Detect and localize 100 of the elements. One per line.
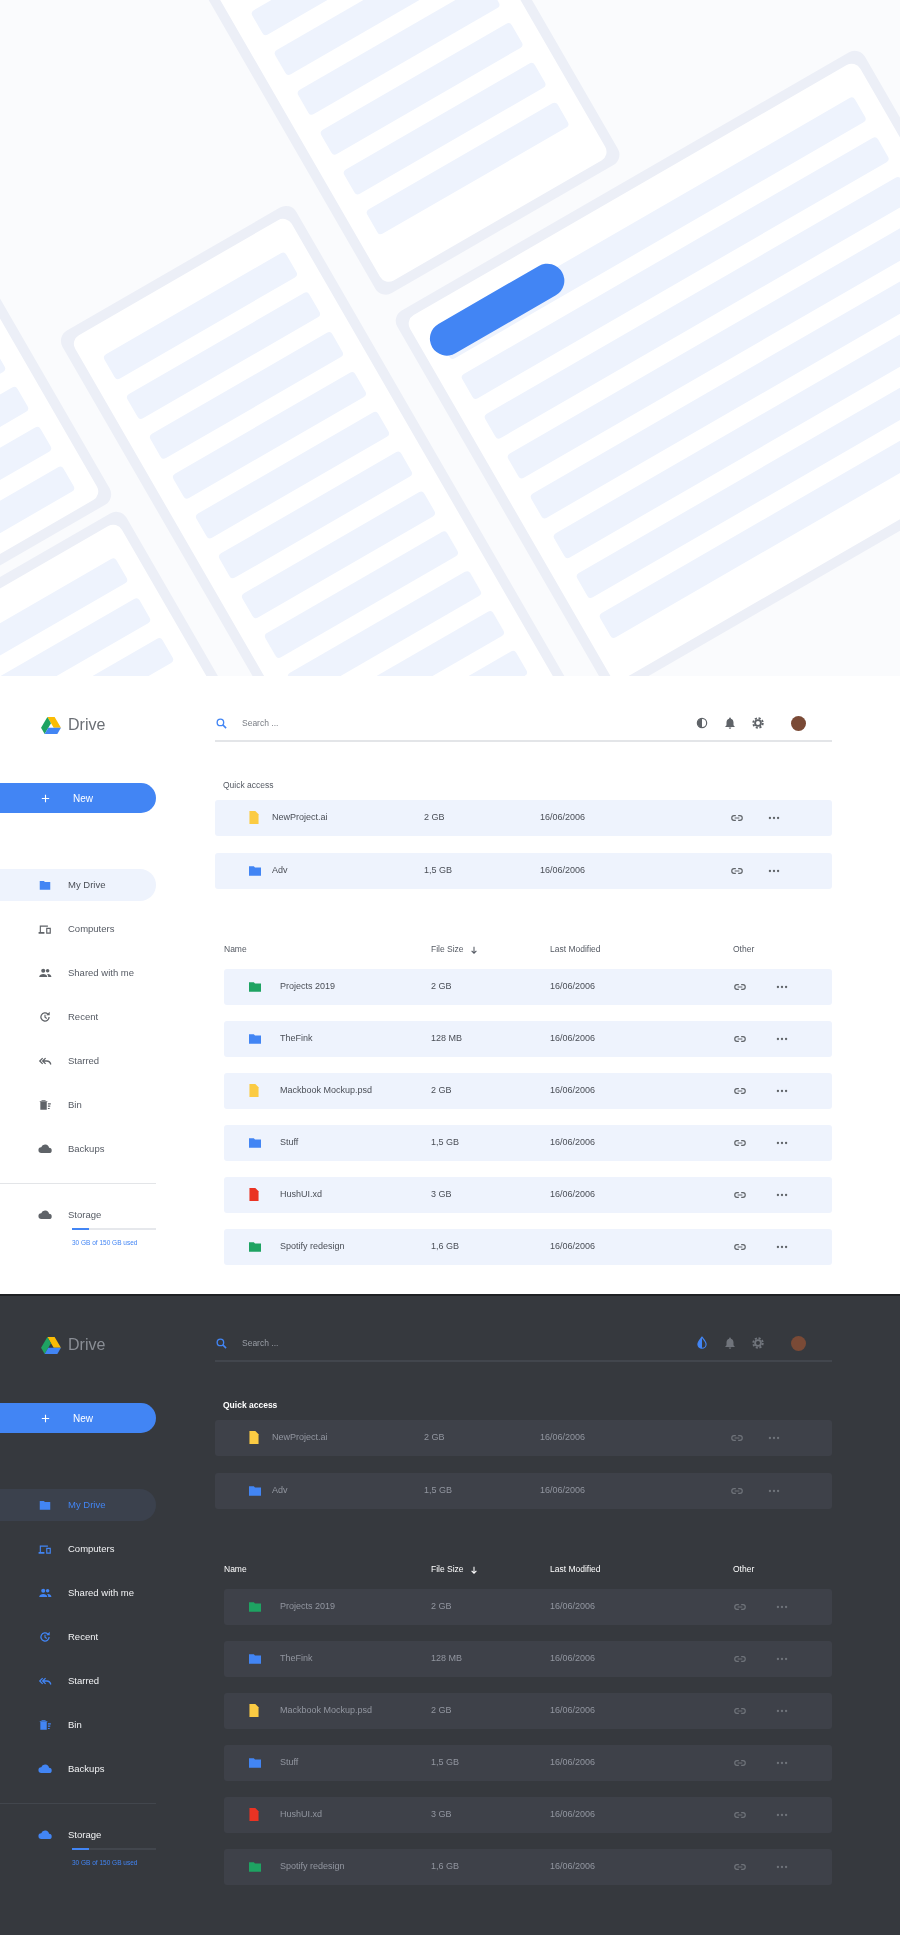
column-header[interactable]: File Size [431,1563,464,1577]
file-name: NewProject.ai [272,1431,329,1444]
file-size: 1,6 GB [431,1240,460,1253]
theme-toggle-icon[interactable] [695,716,709,730]
file-size: 1,5 GB [424,1484,453,1497]
modified-date: 16/06/2006 [540,1484,587,1497]
nav-item[interactable]: Backups [0,1753,156,1785]
nav-item[interactable]: Recent [0,1001,156,1033]
modified-date: 16/06/2006 [550,1704,597,1717]
nav-item[interactable]: My Drive [0,869,156,901]
file-name: HushUI.xd [280,1188,324,1201]
file-size: 1,5 GB [424,864,453,877]
file-size: 2 GB [431,980,453,993]
file-size: 1,6 GB [431,1860,460,1873]
modified-date: 16/06/2006 [550,1240,597,1253]
modified-date: 16/06/2006 [550,1652,597,1665]
file-size: 1,5 GB [431,1136,460,1149]
file-size: 2 GB [431,1600,453,1613]
storage-label: Storage [68,1828,102,1842]
file-name: Spotify redesign [280,1240,346,1253]
modified-date: 16/06/2006 [550,1756,597,1769]
notifications-icon[interactable] [723,1336,737,1350]
modified-date: 16/06/2006 [540,811,587,824]
file-name: Stuff [280,1136,300,1149]
file-size: 2 GB [424,811,446,824]
file-name: HushUI.xd [280,1808,324,1821]
column-header[interactable]: Last Modified [550,943,601,957]
file-name: Spotify redesign [280,1860,346,1873]
drive-logo-icon [40,715,62,735]
file-row[interactable]: Mackbook Mockup.psd 2 GB 16/06/2006 [224,1072,832,1109]
trash-icon [38,1098,52,1112]
file-row[interactable]: Adv 1,5 GB 16/06/2006 [215,852,832,889]
column-header[interactable]: Last Modified [550,1563,601,1577]
settings-icon[interactable] [751,1336,765,1350]
trash-icon [38,1718,52,1732]
column-header[interactable]: Other [733,943,755,957]
storage-label: Storage [68,1208,102,1222]
new-button[interactable]: New [0,783,156,813]
file-name: Mackbook Mockup.psd [280,1084,374,1097]
modified-date: 16/06/2006 [550,1188,597,1201]
nav-item[interactable]: Starred [0,1045,156,1077]
plus-icon [40,1412,51,1424]
file-row[interactable]: Projects 2019 2 GB 16/06/2006 [224,968,832,1005]
file-name: Adv [272,1484,289,1497]
nav-item[interactable]: Shared with me [0,1577,156,1609]
section-title: Quick access [222,779,275,792]
nav-item[interactable]: Computers [0,1533,156,1565]
new-button[interactable]: New [0,1403,156,1433]
nav-item[interactable]: Starred [0,1665,156,1697]
search-icon[interactable] [215,716,228,730]
nav-item[interactable]: Shared with me [0,957,156,989]
modified-date: 16/06/2006 [550,1860,597,1873]
nav-item[interactable]: Bin [0,1709,156,1741]
column-header[interactable]: File Size [431,943,464,957]
file-name: Projects 2019 [280,1600,337,1613]
search-field[interactable]: Search ... [240,715,695,731]
notifications-icon[interactable] [723,716,737,730]
people-icon [38,966,52,980]
app-name: Drive [68,1335,106,1355]
nav-item[interactable]: Recent [0,1621,156,1653]
modified-date: 16/06/2006 [550,1808,597,1821]
column-header[interactable]: Name [224,1563,247,1577]
modified-date: 16/06/2006 [540,864,587,877]
search-icon[interactable] [215,1336,228,1350]
file-name: Stuff [280,1756,300,1769]
sort-arrow-icon[interactable] [469,1564,478,1575]
column-header[interactable]: Other [733,1563,755,1577]
file-size: 2 GB [431,1704,453,1717]
clock-arrow-icon [38,1010,52,1024]
file-name: Adv [272,864,289,877]
file-row[interactable]: Stuff 1,5 GB 16/06/2006 [224,1124,832,1161]
settings-icon[interactable] [751,716,765,730]
file-row[interactable]: TheFink 128 MB 16/06/2006 [224,1020,832,1057]
file-name: TheFink [280,1652,314,1665]
modified-date: 16/06/2006 [550,1600,597,1613]
nav-item[interactable]: Computers [0,913,156,945]
file-size: 2 GB [424,1431,446,1444]
file-size: 128 MB [431,1652,464,1665]
people-icon [38,1586,52,1600]
theme-toggle-icon[interactable] [695,1336,709,1350]
modified-date: 16/06/2006 [540,1431,587,1444]
clock-arrow-icon [38,1630,52,1644]
file-size: 1,5 GB [431,1756,460,1769]
search-field[interactable]: Search ... [240,1335,695,1351]
column-header[interactable]: Name [224,943,247,957]
file-name: Projects 2019 [280,980,337,993]
nav-item[interactable]: Bin [0,1089,156,1121]
app-name: Drive [68,715,106,735]
nav-item[interactable]: Backups [0,1133,156,1165]
file-name: Mackbook Mockup.psd [280,1704,374,1717]
file-row[interactable]: HushUI.xd 3 GB 16/06/2006 [224,1176,832,1213]
sort-arrow-icon[interactable] [469,944,478,955]
file-name: TheFink [280,1032,314,1045]
cloud-icon [38,1762,52,1776]
file-row[interactable]: NewProject.ai 2 GB 16/06/2006 [215,799,832,836]
file-row[interactable]: Spotify redesign 1,6 GB 16/06/2006 [224,1228,832,1265]
file-size: 2 GB [431,1084,453,1097]
modified-date: 16/06/2006 [550,1032,597,1045]
avatar[interactable] [791,715,806,731]
file-size: 3 GB [431,1808,453,1821]
